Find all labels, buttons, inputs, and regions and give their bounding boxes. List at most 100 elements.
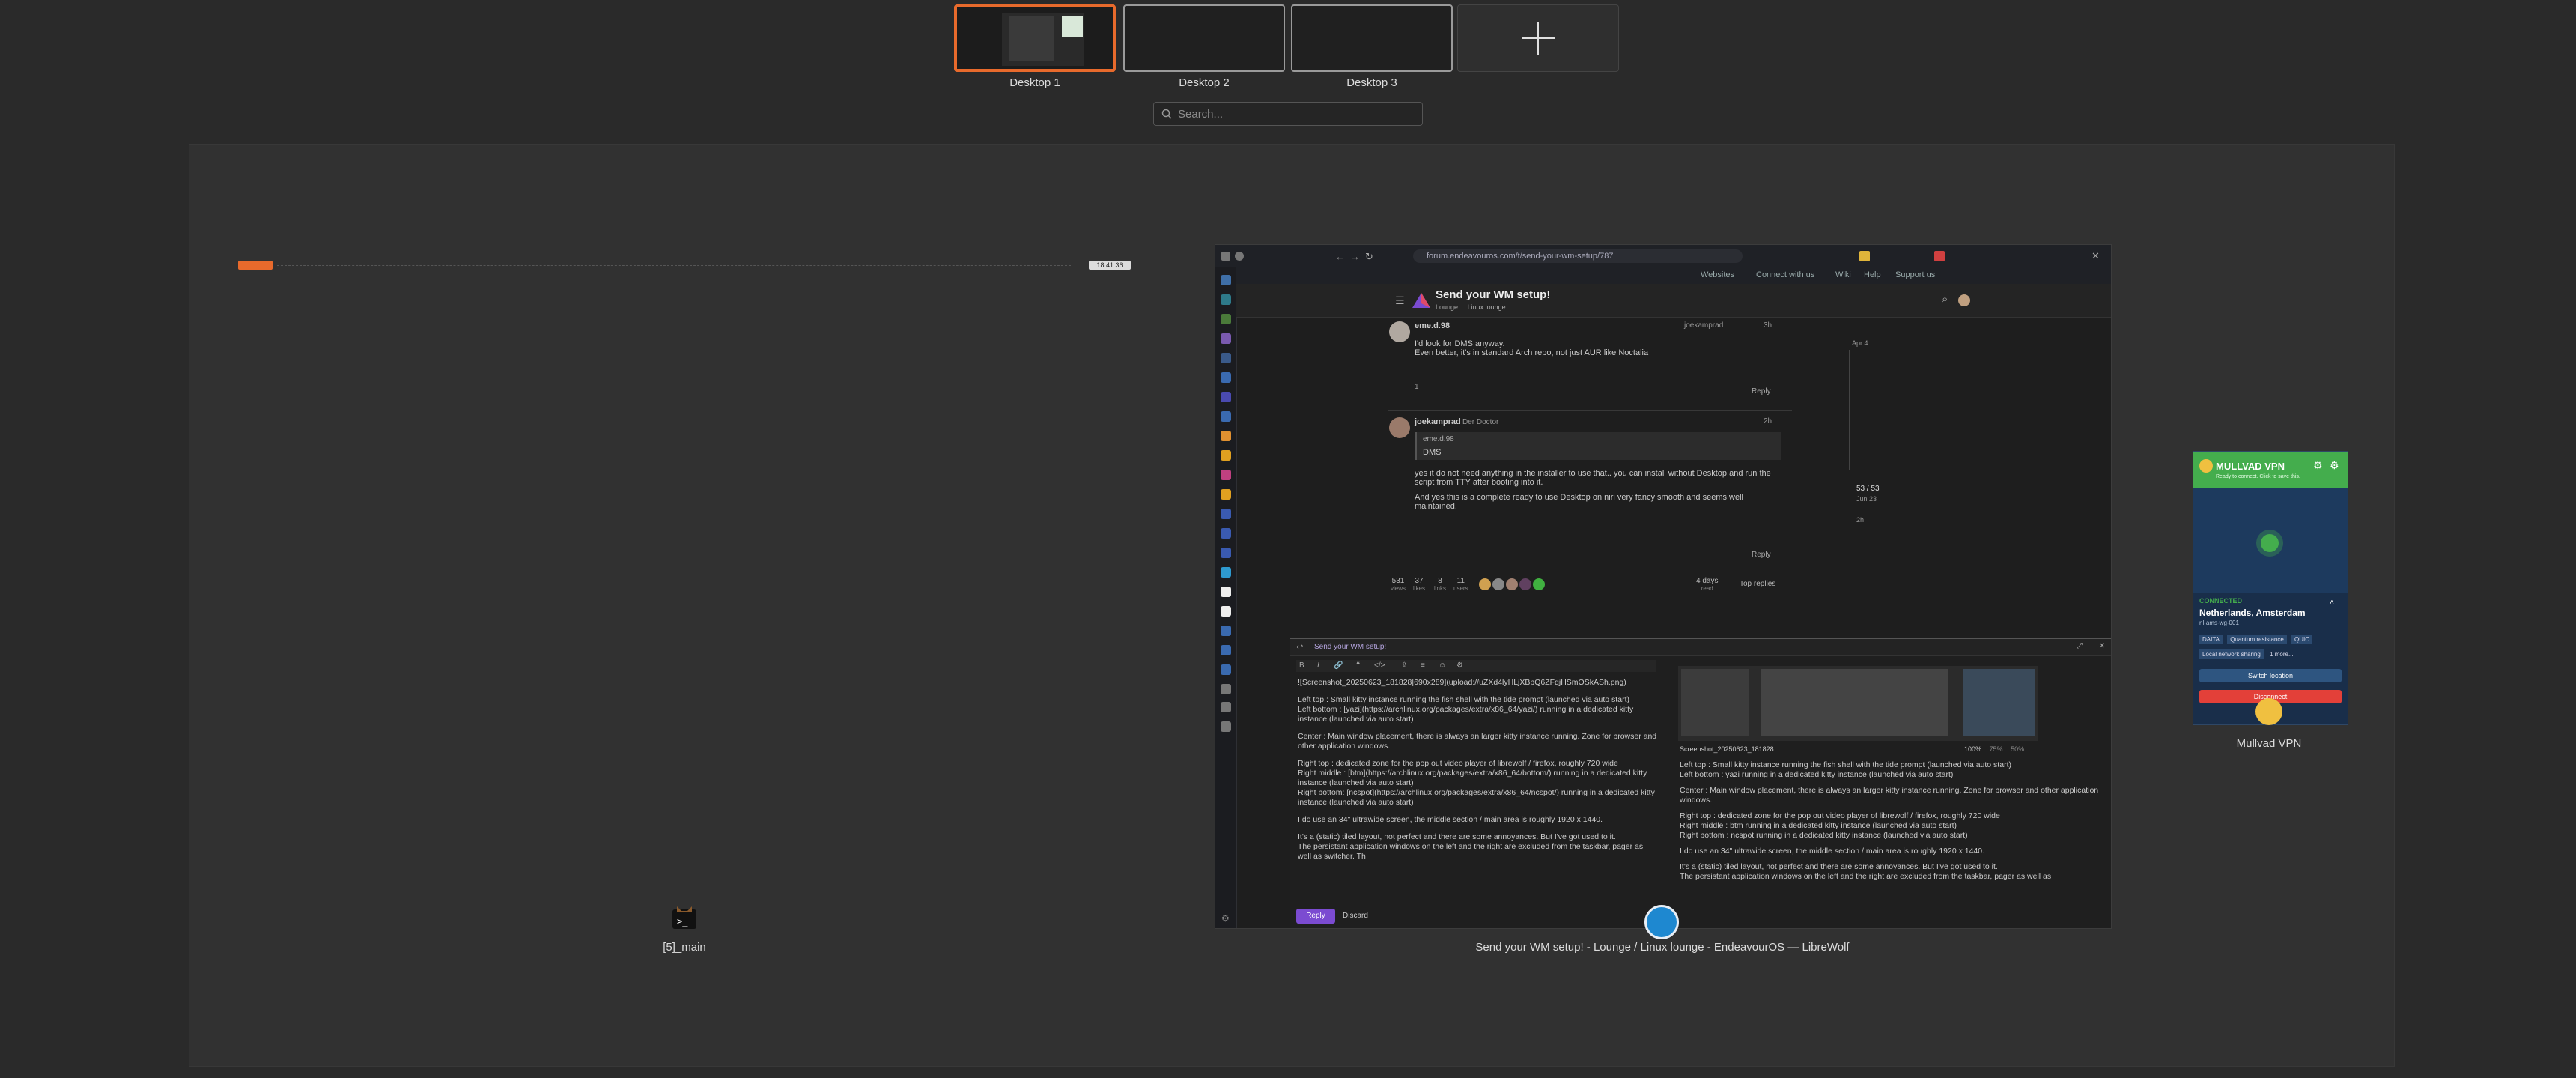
sidebar-app-icon[interactable] bbox=[1221, 314, 1231, 324]
bookmark-item[interactable]: Wiki bbox=[1835, 270, 1851, 279]
sidebar-app-icon[interactable] bbox=[1221, 450, 1231, 461]
subcategory-label[interactable]: Linux lounge bbox=[1468, 303, 1506, 311]
desktop-2-thumbnail[interactable] bbox=[1123, 4, 1285, 72]
terminal-app-icon: >_ bbox=[672, 906, 696, 929]
account-icon[interactable]: ⚙ bbox=[2313, 459, 2323, 472]
italic-icon[interactable]: I bbox=[1317, 661, 1319, 670]
sidebar-app-icon[interactable] bbox=[1221, 431, 1231, 441]
settings-icon[interactable]: ⚙ bbox=[1456, 661, 1463, 670]
forward-icon[interactable]: → bbox=[1350, 251, 1360, 262]
post-author[interactable]: eme.d.98 bbox=[1415, 321, 1819, 330]
sidebar-app-icon[interactable] bbox=[1221, 626, 1231, 636]
terminal-window[interactable]: >_ bbox=[671, 903, 698, 930]
sidebar-app-icon[interactable] bbox=[1221, 411, 1231, 422]
reload-icon[interactable]: ↻ bbox=[1365, 251, 1373, 263]
sidebar-app-icon[interactable] bbox=[1221, 528, 1231, 539]
vpn-feature-more[interactable]: 1 more... bbox=[2270, 651, 2294, 658]
bookmarks-bar: Websites Connect with us Wiki Help Suppo… bbox=[1236, 267, 2111, 284]
preview-line: Left top : Small kitty instance running … bbox=[1680, 760, 2011, 769]
emoji-icon[interactable]: ☺ bbox=[1439, 661, 1446, 670]
bookmark-item[interactable]: Support us bbox=[1895, 270, 1935, 279]
ublock-icon[interactable] bbox=[1934, 251, 1945, 261]
zoom-option[interactable]: 100% bbox=[1964, 745, 1981, 753]
sidebar-app-icon[interactable] bbox=[1221, 489, 1231, 500]
add-desktop-button[interactable] bbox=[1457, 4, 1619, 72]
sidebar-toggle-icon[interactable] bbox=[1221, 252, 1230, 261]
sidebar-app-icon[interactable] bbox=[1221, 470, 1231, 480]
hamburger-icon[interactable]: ☰ bbox=[1395, 294, 1405, 307]
zoom-option[interactable]: 75% bbox=[1990, 745, 2003, 753]
reply-button[interactable]: Reply bbox=[1752, 551, 1771, 559]
zoom-option[interactable]: 50% bbox=[2011, 745, 2024, 753]
stat-label: users bbox=[1453, 585, 1468, 592]
quote-author[interactable]: eme.d.98 bbox=[1423, 435, 1775, 443]
sidebar-app-icon[interactable] bbox=[1221, 587, 1231, 597]
expand-icon[interactable]: ⤢ bbox=[2077, 642, 2083, 650]
chevron-up-icon[interactable]: ˄ bbox=[2330, 599, 2334, 607]
search-icon[interactable]: ⌕ bbox=[1942, 293, 1948, 306]
desktop-3-thumbnail[interactable] bbox=[1291, 4, 1453, 72]
sidebar-settings-icon[interactable]: ⚙ bbox=[1221, 913, 1230, 924]
discard-button[interactable]: Discard bbox=[1343, 912, 1368, 920]
category-label[interactable]: Lounge bbox=[1436, 303, 1458, 311]
desktop-1-thumbnail[interactable] bbox=[954, 4, 1116, 72]
sidebar-app-icon[interactable] bbox=[1221, 294, 1231, 305]
editor-textarea[interactable]: ![Screenshot_20250623_181828|690x289](up… bbox=[1298, 678, 1657, 862]
post-author-avatar[interactable] bbox=[1389, 417, 1410, 438]
post-user-title: Der Doctor bbox=[1462, 418, 1499, 426]
user-avatar[interactable] bbox=[1958, 294, 1970, 306]
settings-gear-icon[interactable]: ⚙ bbox=[2330, 459, 2339, 472]
sidebar-app-icon[interactable] bbox=[1221, 567, 1231, 578]
bookmark-item[interactable]: Help bbox=[1864, 270, 1881, 279]
url-bar[interactable]: forum.endeavouros.com/t/send-your-wm-set… bbox=[1413, 249, 1743, 263]
stat-users: 11 users bbox=[1453, 577, 1468, 592]
sidebar-app-icon[interactable] bbox=[1221, 606, 1231, 617]
extension-icon[interactable] bbox=[1859, 251, 1870, 261]
top-replies-button[interactable]: Top replies bbox=[1740, 580, 1775, 588]
history-icon[interactable] bbox=[1235, 252, 1244, 261]
timeline-track[interactable] bbox=[1849, 350, 1850, 470]
top-panel[interactable]: 18:41:36 bbox=[238, 261, 1131, 270]
link-icon[interactable]: 🔗 bbox=[1334, 661, 1343, 670]
editor-line: It's a (static) tiled layout, not perfec… bbox=[1298, 832, 1616, 841]
close-icon[interactable]: ✕ bbox=[2092, 250, 2100, 262]
editor-line: Right middle : [btm](https://archlinux.o… bbox=[1298, 769, 1647, 787]
code-icon[interactable]: </> bbox=[1374, 661, 1385, 670]
back-icon[interactable]: ← bbox=[1335, 251, 1345, 262]
composer-topic-title[interactable]: Send your WM setup! bbox=[1314, 643, 1386, 651]
sidebar-app-icon[interactable] bbox=[1221, 353, 1231, 363]
preview-screenshot-image[interactable] bbox=[1678, 666, 2038, 741]
sidebar-app-icon[interactable] bbox=[1221, 664, 1231, 675]
list-icon[interactable]: ≡ bbox=[1421, 661, 1425, 670]
post-reply-to[interactable]: joekamprad bbox=[1684, 321, 1723, 330]
vpn-window[interactable]: MULLVAD VPN Ready to connect. Click to s… bbox=[2193, 451, 2348, 725]
sidebar-app-icon[interactable] bbox=[1221, 702, 1231, 712]
reply-submit-button[interactable]: Reply bbox=[1296, 909, 1335, 924]
sidebar-app-icon[interactable] bbox=[1221, 333, 1231, 344]
sidebar-app-icon[interactable] bbox=[1221, 684, 1231, 694]
close-composer-icon[interactable]: ✕ bbox=[2099, 642, 2105, 650]
quote-icon[interactable]: ❝ bbox=[1356, 661, 1360, 670]
editor-line: Left top : Small kitty instance running … bbox=[1298, 695, 1629, 704]
panel-menu-icon[interactable] bbox=[238, 261, 273, 270]
sidebar-app-icon[interactable] bbox=[1221, 645, 1231, 655]
sidebar-app-icon[interactable] bbox=[1221, 548, 1231, 558]
upload-icon[interactable]: ⇪ bbox=[1401, 661, 1407, 670]
search-field[interactable]: Search... bbox=[1153, 102, 1423, 126]
bookmark-item[interactable]: Connect with us bbox=[1756, 270, 1814, 279]
sidebar-app-icon[interactable] bbox=[1221, 392, 1231, 402]
sidebar-app-icon[interactable] bbox=[1221, 509, 1231, 519]
bookmark-item[interactable]: Websites bbox=[1701, 270, 1734, 279]
switch-location-button[interactable]: Switch location bbox=[2199, 669, 2342, 682]
reply-composer[interactable]: ↩ Send your WM setup! ⤢ ✕ B I 🔗 ❝ </> ⇪ … bbox=[1290, 638, 2111, 928]
sidebar-app-icon[interactable] bbox=[1221, 372, 1231, 383]
topic-category[interactable]: Lounge Linux lounge bbox=[1436, 303, 1506, 311]
reply-button[interactable]: Reply bbox=[1752, 387, 1771, 396]
sidebar-app-icon[interactable] bbox=[1221, 721, 1231, 732]
sidebar-app-icon[interactable] bbox=[1221, 275, 1231, 285]
browser-window[interactable]: ← → ↻ forum.endeavouros.com/t/send-your-… bbox=[1215, 244, 2112, 929]
post-author-avatar[interactable] bbox=[1389, 321, 1410, 342]
bold-icon[interactable]: B bbox=[1299, 661, 1304, 670]
topic-title[interactable]: Send your WM setup! bbox=[1436, 288, 1550, 301]
preview-caption[interactable]: Screenshot_20250623_181828 bbox=[1680, 745, 1774, 753]
